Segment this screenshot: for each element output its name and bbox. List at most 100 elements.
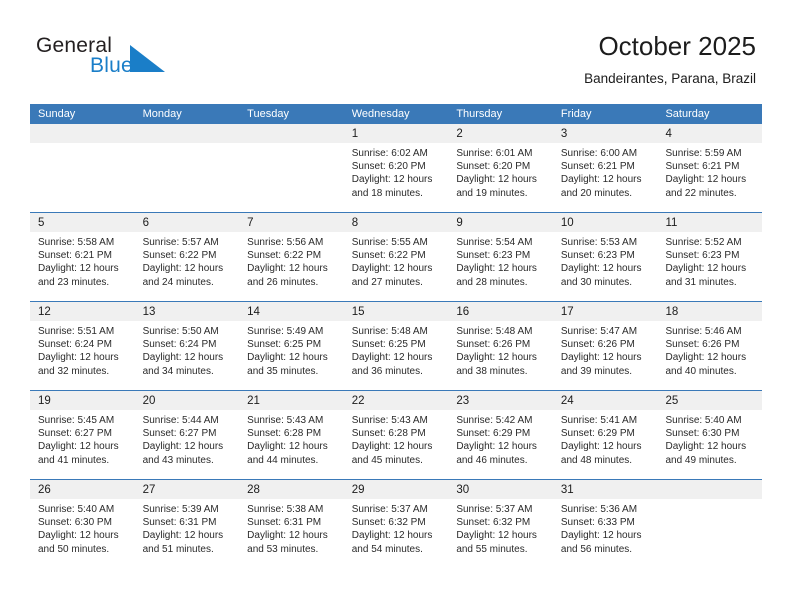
calendar-day-cell[interactable]: 25 Sunrise: 5:40 AM Sunset: 6:30 PM Dayligh… [657, 391, 763, 479]
calendar-day-cell[interactable]: 31 Sunrise: 5:36 AM Sunset: 6:33 PM Dayligh… [552, 480, 658, 568]
day-number-band [30, 124, 135, 143]
calendar-day-cell[interactable]: 29 Sunrise: 5:37 AM Sunset: 6:32 PM Dayligh… [343, 480, 449, 568]
calendar-day-cell[interactable]: 5 Sunrise: 5:58 AM Sunset: 6:21 PM Daylight… [30, 213, 135, 301]
day-sun-info: Sunrise: 5:43 AM Sunset: 6:28 PM Daylight:… [239, 410, 344, 467]
day-number-band: 31 [552, 480, 658, 499]
day-number-band: 6 [134, 213, 240, 232]
calendar-day-cell[interactable]: 16 Sunrise: 5:48 AM Sunset: 6:26 PM Dayligh… [448, 302, 553, 390]
daylight-text-line2: and 49 minutes. [665, 454, 737, 466]
sunrise-text: Sunrise: 5:46 AM [665, 326, 742, 337]
day-number: 2 [456, 128, 463, 140]
daylight-text-line1: Daylight: 12 hours [142, 441, 224, 453]
day-number: 21 [247, 395, 260, 407]
day-sun-info: Sunrise: 6:02 AM Sunset: 6:20 PM Daylight:… [344, 143, 449, 200]
day-number: 23 [456, 395, 470, 407]
calendar-day-cell[interactable]: 21 Sunrise: 5:43 AM Sunset: 6:28 PM Dayligh… [239, 391, 344, 479]
daylight-text-line2: and 22 minutes. [665, 187, 737, 199]
calendar-day-cell[interactable]: 2 Sunrise: 6:01 AM Sunset: 6:20 PM Daylight… [448, 124, 553, 212]
daylight-text-line1: Daylight: 12 hours [665, 441, 747, 453]
daylight-text-line1: Daylight: 12 hours [142, 352, 224, 364]
daylight-text-line2: and 28 minutes. [456, 276, 528, 288]
calendar-day-cell[interactable]: 8 Sunrise: 5:55 AM Sunset: 6:22 PM Daylight… [343, 213, 449, 301]
day-number: 19 [38, 395, 51, 407]
calendar-day-cell[interactable]: 23 Sunrise: 5:42 AM Sunset: 6:29 PM Dayligh… [448, 391, 553, 479]
day-sun-info: Sunrise: 5:37 AM Sunset: 6:32 PM Daylight:… [344, 499, 449, 556]
general-blue-logo[interactable]: General Blue [36, 34, 266, 90]
weekday-header-row: Sunday Monday Tuesday Wednesday Thursday Frid… [30, 104, 762, 124]
sunset-text: Sunset: 6:26 PM [665, 339, 740, 351]
calendar-day-cell[interactable]: 1 Sunrise: 6:02 AM Sunset: 6:20 PM Daylight… [343, 124, 449, 212]
calendar-day-cell[interactable]: 3 Sunrise: 6:00 AM Sunset: 6:21 PM Daylight… [552, 124, 658, 212]
weekday-header-saturday: Saturday [665, 108, 710, 120]
sunrise-text: Sunrise: 5:37 AM [351, 504, 428, 515]
daylight-text-line1: Daylight: 12 hours [142, 263, 224, 275]
calendar-day-cell-empty [657, 480, 763, 568]
calendar-day-cell[interactable]: 20 Sunrise: 5:44 AM Sunset: 6:27 PM Dayligh… [134, 391, 240, 479]
calendar-day-cell[interactable]: 17 Sunrise: 5:47 AM Sunset: 6:26 PM Dayligh… [552, 302, 658, 390]
weekday-header-sunday: Sunday [38, 108, 76, 120]
calendar-day-cell[interactable]: 27 Sunrise: 5:39 AM Sunset: 6:31 PM Dayligh… [134, 480, 240, 568]
sunset-text: Sunset: 6:23 PM [560, 250, 635, 262]
daylight-text-line2: and 24 minutes. [142, 276, 214, 288]
calendar-day-cell[interactable]: 14 Sunrise: 5:49 AM Sunset: 6:25 PM Dayligh… [239, 302, 344, 390]
calendar-day-cell[interactable]: 11 Sunrise: 5:52 AM Sunset: 6:23 PM Dayligh… [657, 213, 763, 301]
day-number-band: 25 [657, 391, 763, 410]
calendar-day-cell[interactable]: 30 Sunrise: 5:37 AM Sunset: 6:32 PM Dayligh… [448, 480, 553, 568]
sunset-text: Sunset: 6:32 PM [351, 517, 426, 529]
calendar-day-cell[interactable]: 26 Sunrise: 5:40 AM Sunset: 6:30 PM Dayligh… [30, 480, 135, 568]
sunrise-text: Sunrise: 5:50 AM [142, 326, 219, 337]
day-number-band: 20 [134, 391, 240, 410]
calendar-day-cell[interactable]: 9 Sunrise: 5:54 AM Sunset: 6:23 PM Daylight… [448, 213, 553, 301]
day-sun-info: Sunrise: 5:49 AM Sunset: 6:25 PM Daylight:… [239, 321, 344, 378]
calendar-day-cell[interactable]: 4 Sunrise: 5:59 AM Sunset: 6:21 PM Daylight… [657, 124, 763, 212]
sunrise-text: Sunrise: 5:43 AM [351, 415, 428, 426]
day-number-band: 21 [239, 391, 344, 410]
sunset-text: Sunset: 6:25 PM [247, 339, 322, 351]
daylight-text-line1: Daylight: 12 hours [38, 352, 119, 364]
day-number: 24 [560, 395, 574, 407]
title-block: October 2025 Bandeirantes, Parana, Brazi… [584, 30, 756, 87]
calendar-day-cell[interactable]: 22 Sunrise: 5:43 AM Sunset: 6:28 PM Dayligh… [343, 391, 449, 479]
day-sun-info: Sunrise: 5:42 AM Sunset: 6:29 PM Daylight:… [448, 410, 553, 467]
sunset-text: Sunset: 6:23 PM [665, 250, 740, 262]
sunrise-text: Sunrise: 5:36 AM [560, 504, 638, 515]
calendar-week-row: 1 Sunrise: 6:02 AM Sunset: 6:20 PM Daylight… [30, 124, 763, 212]
daylight-text-line2: and 44 minutes. [247, 454, 319, 466]
day-number-band: 3 [552, 124, 658, 143]
calendar-day-cell[interactable]: 10 Sunrise: 5:53 AM Sunset: 6:23 PM Dayligh… [552, 213, 658, 301]
calendar-day-cell[interactable]: 13 Sunrise: 5:50 AM Sunset: 6:24 PM Dayligh… [134, 302, 240, 390]
day-sun-info: Sunrise: 5:46 AM Sunset: 6:26 PM Daylight:… [657, 321, 762, 378]
day-sun-info: Sunrise: 5:48 AM Sunset: 6:25 PM Daylight:… [344, 321, 449, 378]
day-number: 26 [38, 484, 51, 496]
day-sun-info: Sunrise: 5:57 AM Sunset: 6:22 PM Daylight:… [135, 232, 240, 289]
weekday-header-monday: Monday [142, 108, 182, 120]
calendar-day-cell[interactable]: 28 Sunrise: 5:38 AM Sunset: 6:31 PM Dayligh… [239, 480, 344, 568]
calendar-day-cell[interactable]: 6 Sunrise: 5:57 AM Sunset: 6:22 PM Daylight… [134, 213, 240, 301]
calendar-day-cell[interactable]: 19 Sunrise: 5:45 AM Sunset: 6:27 PM Dayligh… [30, 391, 135, 479]
sunrise-text: Sunrise: 5:37 AM [456, 504, 533, 515]
day-sun-info: Sunrise: 5:40 AM Sunset: 6:30 PM Daylight:… [30, 499, 135, 556]
day-sun-info: Sunrise: 5:47 AM Sunset: 6:26 PM Daylight:… [553, 321, 658, 378]
day-number: 20 [142, 395, 156, 407]
daylight-text-line2: and 19 minutes. [456, 187, 528, 199]
day-sun-info: Sunrise: 5:36 AM Sunset: 6:33 PM Daylight:… [553, 499, 658, 556]
calendar-day-cell-empty [239, 124, 344, 212]
calendar-day-cell[interactable]: 12 Sunrise: 5:51 AM Sunset: 6:24 PM Dayligh… [30, 302, 135, 390]
day-number-band: 5 [30, 213, 135, 232]
day-number-band: 26 [30, 480, 135, 499]
calendar-day-cell[interactable]: 7 Sunrise: 5:56 AM Sunset: 6:22 PM Daylight… [239, 213, 344, 301]
daylight-text-line2: and 51 minutes. [142, 543, 214, 555]
sunrise-text: Sunrise: 5:59 AM [665, 148, 742, 159]
calendar-day-cell[interactable]: 15 Sunrise: 5:48 AM Sunset: 6:25 PM Dayligh… [343, 302, 449, 390]
calendar-day-cell[interactable]: 24 Sunrise: 5:41 AM Sunset: 6:29 PM Dayligh… [552, 391, 658, 479]
day-number-band [134, 124, 240, 143]
weekday-header-wednesday: Wednesday [351, 108, 410, 120]
sunset-text: Sunset: 6:20 PM [456, 161, 531, 173]
calendar-day-cell[interactable]: 18 Sunrise: 5:46 AM Sunset: 6:26 PM Dayligh… [657, 302, 763, 390]
daylight-text-line1: Daylight: 12 hours [560, 352, 642, 364]
day-sun-info: Sunrise: 5:44 AM Sunset: 6:27 PM Daylight:… [135, 410, 240, 467]
sunrise-text: Sunrise: 5:52 AM [665, 237, 742, 248]
daylight-text-line1: Daylight: 12 hours [142, 530, 224, 542]
sunrise-text: Sunrise: 5:47 AM [560, 326, 638, 337]
sunset-text: Sunset: 6:24 PM [142, 339, 217, 351]
